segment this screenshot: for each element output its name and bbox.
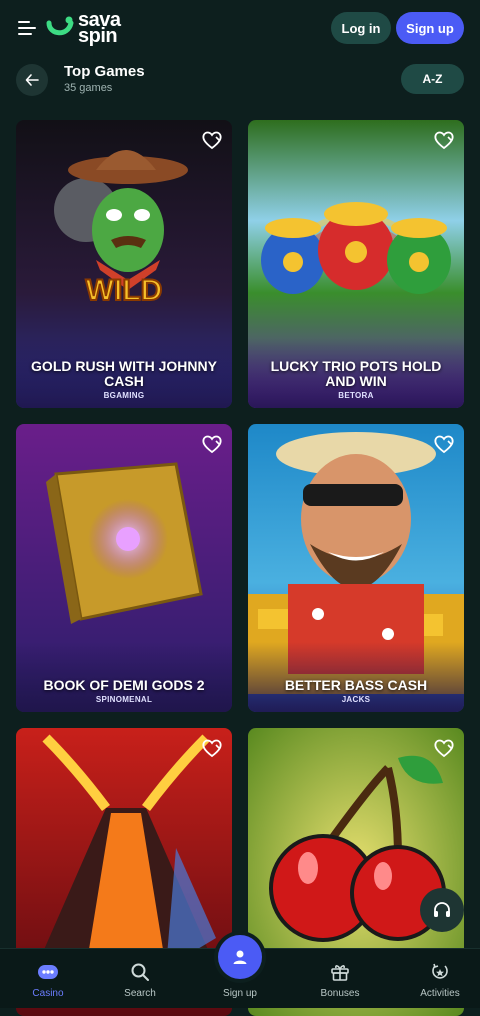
nav-bonuses[interactable]: Bonuses [292,949,388,1009]
nav-activities[interactable]: Activities [392,949,480,1009]
logo-text-bottom: spin [78,25,118,47]
game-card[interactable]: LUCKY TRIO POTS HOLD AND WIN BETORA [248,120,464,408]
heart-icon[interactable] [432,736,456,760]
heart-icon[interactable] [200,128,224,152]
signup-fab-button[interactable] [218,935,262,979]
section-header: Top Games 35 games A-Z [0,58,480,104]
nav-activities-label: Activities [420,988,460,999]
nav-search[interactable]: Search [92,949,188,1009]
game-provider: JACKS [341,695,371,704]
menu-icon[interactable] [16,16,40,40]
nav-casino[interactable]: Casino [0,949,96,1009]
login-button[interactable]: Log in [331,12,391,44]
search-icon [128,960,152,984]
game-provider: BGAMING [103,391,145,400]
heart-icon[interactable] [200,432,224,456]
games-count: 35 games [64,82,113,94]
logo-mark-icon [46,16,74,36]
section-title: Top Games [64,63,145,80]
activities-icon [428,960,452,984]
sort-az-button[interactable]: A-Z [401,64,464,94]
heart-icon[interactable] [432,128,456,152]
game-provider: SPINOMENAL [95,695,153,704]
game-title: BOOK OF DEMI GODS 2 [43,677,205,693]
nav-signup-label: Sign up [223,988,257,999]
game-title: LUCKY TRIO POTS HOLD AND WIN [270,358,442,389]
game-title: GOLD RUSH WITH JOHNNY CASH [31,358,217,389]
nav-search-label: Search [124,988,156,999]
game-card[interactable]: BETTER BASS CASH JACKS [248,424,464,712]
nav-casino-label: Casino [32,988,64,999]
game-provider: BETORA [338,391,374,400]
back-button[interactable] [16,64,48,96]
user-icon [233,950,247,964]
support-chat-button[interactable] [420,888,464,932]
headset-icon [434,902,450,917]
game-card[interactable]: BOOK OF DEMI GODS 2 SPINOMENAL [16,424,232,712]
heart-icon[interactable] [432,432,456,456]
arrow-left-icon [25,74,39,86]
game-title: BETTER BASS CASH [284,677,428,693]
nav-bonuses-label: Bonuses [320,988,360,999]
gift-icon [328,960,352,984]
casino-icon [36,960,60,984]
heart-icon[interactable] [200,736,224,760]
brand-logo[interactable]: sava spin [46,10,121,47]
game-card[interactable]: WILD GOLD RUSH WITH JOHNNY CASH BGAMING [16,120,232,408]
svg-text:WILD: WILD [86,274,163,307]
signup-button[interactable]: Sign up [396,12,464,44]
